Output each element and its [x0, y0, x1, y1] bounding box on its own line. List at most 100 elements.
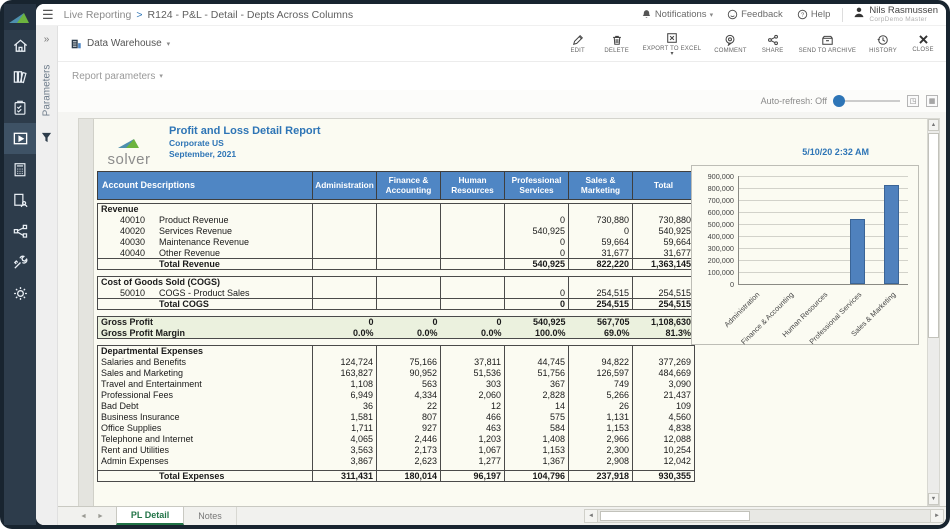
share-button[interactable]: SHARE	[760, 34, 786, 54]
value-cell: 1,203	[440, 433, 505, 445]
y-axis-tick-label: 400,000	[707, 232, 734, 241]
report-section-expenses: Departmental Expenses+Salaries and Benef…	[97, 345, 695, 482]
tab-scroll-left-icon[interactable]: ◄	[80, 513, 87, 520]
feedback-button[interactable]: Feedback	[727, 9, 783, 20]
solver-logo-icon[interactable]	[4, 4, 36, 30]
value-cell	[440, 298, 505, 310]
send-to-archive-button[interactable]: SEND TO ARCHIVE	[799, 34, 856, 54]
sidebar-item-home[interactable]	[4, 30, 36, 61]
edit-button[interactable]: EDIT	[565, 34, 591, 54]
row-label-cell: Cost of Goods Sold (COGS)	[101, 277, 220, 288]
export-to-excel-button[interactable]: EXPORT TO EXCEL ▾	[643, 32, 702, 57]
scroll-down-icon[interactable]: ▼	[928, 493, 939, 505]
gridline	[738, 200, 908, 201]
value-cell: 44,745	[504, 356, 569, 368]
app-window: ☰ Live Reporting > R124 - P&L - Detail -…	[0, 0, 950, 529]
column-header: Human Resources	[440, 171, 505, 200]
sidebar-item-settings[interactable]	[4, 278, 36, 309]
report-viewer: solver Profit and Loss Detail Report Cor…	[58, 112, 946, 506]
horizontal-scroll-thumb[interactable]	[600, 511, 750, 521]
value-cell: 1,067	[440, 444, 505, 456]
filter-icon[interactable]	[41, 132, 52, 143]
y-axis-tick-label: 200,000	[707, 256, 734, 265]
sidebar-item-tools[interactable]	[4, 247, 36, 278]
grid-view-icon[interactable]: ▦	[926, 95, 938, 107]
row-label-cell: Total Expenses	[97, 470, 313, 482]
value-cell: 3,563	[312, 444, 377, 456]
value-cell: 51,536	[440, 367, 505, 379]
popout-icon[interactable]: ◳	[907, 95, 919, 107]
value-cell: 254,515	[632, 298, 695, 310]
value-cell: 1,711	[312, 422, 377, 434]
history-button[interactable]: HISTORY	[869, 34, 897, 54]
value-cell	[312, 298, 377, 310]
close-icon	[918, 35, 928, 44]
scroll-up-icon[interactable]: ▲	[928, 119, 939, 131]
value-cell: 6,949	[312, 389, 377, 401]
menu-icon[interactable]: ☰	[42, 7, 54, 23]
table-row: +Telephone and Internet4,0652,4461,2031,…	[98, 433, 695, 445]
notifications-button[interactable]: Notifications ▾	[641, 9, 713, 20]
data-source-dropdown[interactable]: Data Warehouse ▾	[70, 38, 170, 50]
value-cell: 12,088	[632, 433, 695, 445]
auto-refresh-knob[interactable]	[833, 95, 845, 107]
y-axis-tick-label: 0	[729, 280, 734, 289]
scroll-left-icon[interactable]: ◄	[585, 510, 598, 522]
value-cell: 575	[504, 411, 569, 423]
trash-icon	[612, 35, 621, 45]
close-button[interactable]: CLOSE	[910, 34, 936, 53]
user-menu[interactable]: Nils Rasmussen CorpDemo Master	[853, 6, 938, 23]
expand-panel-icon[interactable]: »	[44, 34, 50, 45]
sheet-tab-bar: ◄ ► PL Detail Notes ◄ ►	[58, 506, 946, 525]
report-parameters-toggle[interactable]: Report parameters	[72, 71, 155, 82]
y-axis-tick-label: 800,000	[707, 184, 734, 193]
delete-button[interactable]: DELETE	[604, 34, 630, 54]
horizontal-scroll-track[interactable]	[598, 510, 930, 522]
value-cell	[632, 276, 695, 288]
value-cell: 584	[504, 422, 569, 434]
value-cell	[504, 203, 569, 215]
row-label-cell: 40020 Services Revenue	[120, 226, 233, 236]
auto-refresh-slider[interactable]	[833, 95, 900, 107]
value-cell	[376, 276, 441, 288]
row-label-cell: +Telephone and Internet	[98, 434, 313, 445]
sidebar-item-library[interactable]	[4, 61, 36, 92]
help-button[interactable]: ? Help	[797, 9, 830, 20]
y-axis-tick-label: 100,000	[707, 268, 734, 277]
row-label-cell: Total COGS	[97, 298, 313, 310]
value-cell: 1,363,145	[632, 258, 695, 270]
row-label-cell: 40030 Maintenance Revenue	[120, 237, 250, 247]
breadcrumb-section[interactable]: Live Reporting	[64, 9, 132, 21]
vertical-scroll-track[interactable]	[928, 131, 939, 493]
tab-notes[interactable]: Notes	[184, 507, 237, 525]
tab-pl-detail[interactable]: PL Detail	[115, 507, 185, 525]
gridline	[738, 236, 908, 237]
value-cell	[440, 236, 505, 248]
scroll-right-icon[interactable]: ►	[930, 510, 943, 522]
value-cell	[312, 247, 377, 259]
column-header: Administration	[312, 171, 377, 200]
value-cell	[312, 203, 377, 215]
value-cell	[312, 345, 377, 357]
value-cell	[376, 225, 441, 237]
comment-button[interactable]: COMMENT	[714, 34, 746, 54]
value-cell: 540,925	[504, 258, 569, 270]
x-axis-tick-label: Professional Services	[807, 290, 864, 346]
value-cell: 807	[376, 411, 441, 423]
value-cell: 180,014	[376, 470, 441, 482]
value-cell: 104,796	[504, 470, 569, 482]
value-cell: 124,724	[312, 356, 377, 368]
vertical-scroll-thumb[interactable]	[928, 133, 939, 338]
sidebar-item-live-reporting[interactable]	[4, 123, 36, 154]
value-cell: 466	[440, 411, 505, 423]
sidebar-item-workflow[interactable]	[4, 185, 36, 216]
sidebar-item-integrations[interactable]	[4, 216, 36, 247]
value-cell: 567,705	[568, 316, 633, 328]
value-cell: 0	[312, 316, 377, 328]
value-cell: 0	[568, 225, 633, 237]
tab-scroll-right-icon[interactable]: ►	[97, 513, 104, 520]
bell-icon	[642, 10, 651, 18]
feedback-smiley-icon	[727, 9, 738, 20]
sidebar-item-budgeting[interactable]	[4, 154, 36, 185]
sidebar-item-assignments[interactable]	[4, 92, 36, 123]
